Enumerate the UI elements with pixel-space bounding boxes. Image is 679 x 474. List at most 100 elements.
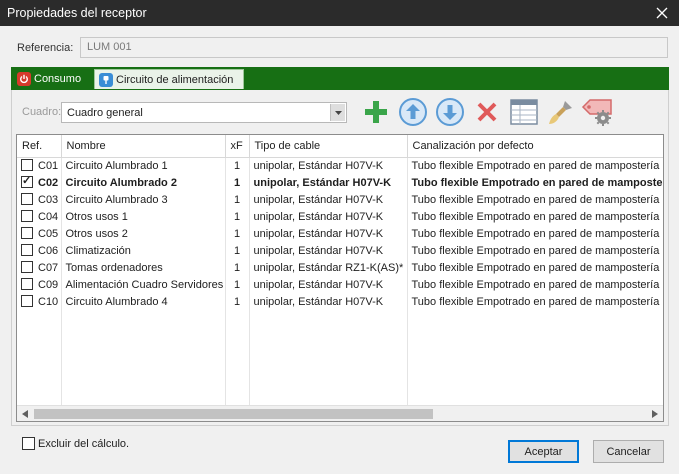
brush-icon[interactable] xyxy=(542,96,579,128)
row-xf: 1 xyxy=(225,276,250,293)
row-checkbox[interactable] xyxy=(21,278,33,290)
row-cable: unipolar, Estándar H07V-K xyxy=(249,174,408,191)
plug-icon xyxy=(99,72,113,87)
row-xf: 1 xyxy=(225,259,250,276)
row-checkbox-checked[interactable] xyxy=(21,174,33,188)
row-ref: C04 xyxy=(38,211,59,223)
row-ref: C05 xyxy=(38,228,59,240)
cuadro-select[interactable]: Cuadro general xyxy=(61,102,347,123)
row-cable: unipolar, Estándar H07V-K xyxy=(249,157,408,174)
title-bar: Propiedades del receptor xyxy=(0,0,679,26)
aceptar-button[interactable]: Aceptar xyxy=(508,440,579,463)
toolbar xyxy=(357,96,616,128)
row-nombre: Otros usos 2 xyxy=(61,225,226,242)
table-row[interactable]: C07 Tomas ordenadores 1 unipolar, Estánd… xyxy=(17,259,663,276)
row-checkbox[interactable] xyxy=(21,227,33,239)
row-cable: unipolar, Estándar H07V-K xyxy=(249,293,408,310)
table-row[interactable]: C05 Otros usos 2 1 unipolar, Estándar H0… xyxy=(17,225,663,242)
grid-header: Ref. Nombre xF Tipo de cable Canalizació… xyxy=(17,135,663,158)
scroll-right-icon[interactable] xyxy=(647,406,663,421)
column-header-xf[interactable]: xF xyxy=(225,135,250,158)
referencia-label: Referencia: xyxy=(17,42,74,54)
row-nombre: Circuito Alumbrado 3 xyxy=(61,191,226,208)
row-nombre: Climatización xyxy=(61,242,226,259)
row-nombre: Tomas ordenadores xyxy=(61,259,226,276)
tab-bar: Consumo Circuito de alimentación xyxy=(11,67,669,90)
row-ref: C02 xyxy=(38,177,59,189)
column-header-nombre[interactable]: Nombre xyxy=(61,135,226,158)
row-canalizacion: Tubo flexible Empotrado en pared de mamp… xyxy=(407,157,663,174)
cancelar-button[interactable]: Cancelar xyxy=(593,440,664,463)
row-nombre: Circuito Alumbrado 2 xyxy=(61,174,226,191)
table-row[interactable]: C10 Circuito Alumbrado 4 1 unipolar, Est… xyxy=(17,293,663,310)
tab-consumo-label: Consumo xyxy=(34,73,82,85)
row-cable: unipolar, Estándar RZ1-K(AS)* xyxy=(249,259,408,276)
add-icon[interactable] xyxy=(357,96,394,128)
close-icon[interactable] xyxy=(645,0,679,26)
row-nombre: Alimentación Cuadro Servidores xyxy=(61,276,226,293)
row-canalizacion: Tubo flexible Empotrado en pared de mamp… xyxy=(407,259,663,276)
row-nombre: Circuito Alumbrado 4 xyxy=(61,293,226,310)
row-checkbox[interactable] xyxy=(21,244,33,256)
power-icon xyxy=(17,72,31,86)
row-checkbox[interactable] xyxy=(21,210,33,222)
scrollbar-thumb[interactable] xyxy=(34,409,433,419)
move-up-icon[interactable] xyxy=(394,96,431,128)
row-xf: 1 xyxy=(225,191,250,208)
tag-settings-icon[interactable] xyxy=(579,96,616,128)
row-canalizacion: Tubo flexible Empotrado en pared de mamp… xyxy=(407,242,663,259)
table-row[interactable]: C01 Circuito Alumbrado 1 1 unipolar, Est… xyxy=(17,157,663,174)
row-canalizacion: Tubo flexible Empotrado en pared de mamp… xyxy=(407,225,663,242)
scroll-left-icon[interactable] xyxy=(17,406,33,421)
row-xf: 1 xyxy=(225,174,250,191)
horizontal-scrollbar[interactable] xyxy=(17,405,663,421)
row-ref: C03 xyxy=(38,194,59,206)
row-xf: 1 xyxy=(225,157,250,174)
row-xf: 1 xyxy=(225,208,250,225)
table-row-empty xyxy=(17,310,663,414)
table-row[interactable]: C09 Alimentación Cuadro Servidores 1 uni… xyxy=(17,276,663,293)
excluir-checkbox[interactable]: Excluir del cálculo. xyxy=(22,437,129,450)
tab-circuito-alimentacion[interactable]: Circuito de alimentación xyxy=(94,69,244,89)
row-checkbox[interactable] xyxy=(21,295,33,307)
row-checkbox[interactable] xyxy=(21,159,33,172)
row-canalizacion: Tubo flexible Empotrado en pared de mamp… xyxy=(407,191,663,208)
row-cable: unipolar, Estándar H07V-K xyxy=(249,208,408,225)
row-canalizacion: Tubo flexible Empotrado en pared de mamp… xyxy=(407,293,663,310)
table-row[interactable]: C04 Otros usos 1 1 unipolar, Estándar H0… xyxy=(17,208,663,225)
row-canalizacion: Tubo flexible Empotrado en pared de mamp… xyxy=(407,208,663,225)
row-ref: C07 xyxy=(38,262,59,274)
row-ref: C09 xyxy=(38,279,59,291)
window-title: Propiedades del receptor xyxy=(7,6,147,20)
excluir-box[interactable] xyxy=(22,437,35,450)
column-header-ref[interactable]: Ref. xyxy=(17,135,62,158)
row-ref: C01 xyxy=(38,160,59,173)
table-icon[interactable] xyxy=(505,96,542,128)
row-nombre: Circuito Alumbrado 1 xyxy=(61,157,226,174)
row-ref: C06 xyxy=(38,245,59,257)
row-cable: unipolar, Estándar H07V-K xyxy=(249,242,408,259)
row-xf: 1 xyxy=(225,293,250,310)
delete-icon[interactable] xyxy=(468,96,505,128)
row-cable: unipolar, Estándar H07V-K xyxy=(249,191,408,208)
excluir-label: Excluir del cálculo. xyxy=(38,437,130,450)
cuadro-label: Cuadro: xyxy=(22,106,62,118)
row-nombre: Otros usos 1 xyxy=(61,208,226,225)
referencia-field[interactable]: LUM 001 xyxy=(80,37,668,58)
row-xf: 1 xyxy=(225,242,250,259)
move-down-icon[interactable] xyxy=(431,96,468,128)
table-row[interactable]: C06 Climatización 1 unipolar, Estándar H… xyxy=(17,242,663,259)
row-checkbox[interactable] xyxy=(21,193,33,205)
cuadro-value: Cuadro general xyxy=(67,106,143,119)
tab-consumo[interactable]: Consumo xyxy=(13,69,93,89)
chevron-down-icon[interactable] xyxy=(330,104,345,121)
table-row-selected[interactable]: C02 Circuito Alumbrado 2 1 unipolar, Est… xyxy=(17,174,663,191)
column-header-canalizacion[interactable]: Canalización por defecto xyxy=(407,135,663,158)
row-cable: unipolar, Estándar H07V-K xyxy=(249,276,408,293)
circuits-grid[interactable]: Ref. Nombre xF Tipo de cable Canalizació… xyxy=(16,134,664,422)
row-ref: C10 xyxy=(38,296,59,308)
column-header-tipo-cable[interactable]: Tipo de cable xyxy=(249,135,408,158)
row-checkbox[interactable] xyxy=(21,261,33,273)
row-canalizacion: Tubo flexible Empotrado en pared de mamp… xyxy=(407,174,663,191)
table-row[interactable]: C03 Circuito Alumbrado 3 1 unipolar, Est… xyxy=(17,191,663,208)
